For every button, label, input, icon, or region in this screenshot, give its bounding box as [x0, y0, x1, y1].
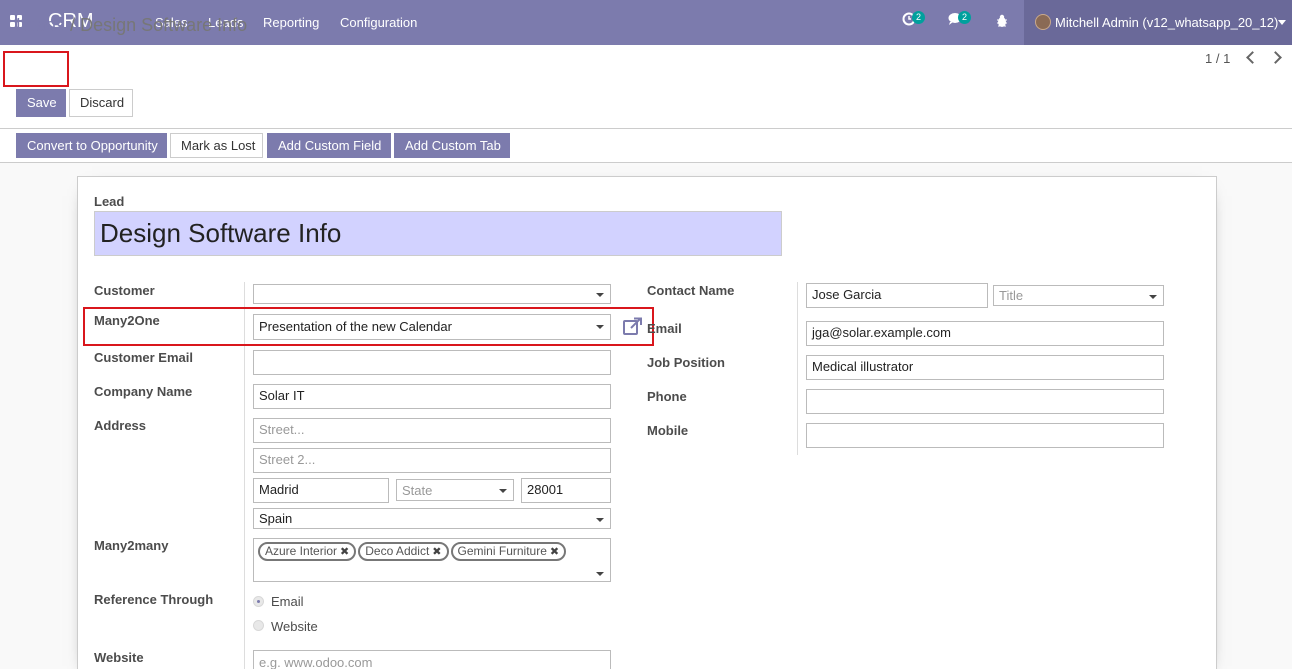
- chevron-down-icon: [1278, 20, 1286, 25]
- chevron-down-icon: [596, 518, 604, 522]
- breadcrumb-leads-link[interactable]: Leads: [16, 15, 65, 35]
- debug-button[interactable]: [996, 14, 1008, 31]
- company-name-input[interactable]: Solar IT: [253, 384, 611, 409]
- many2many-label: Many2many: [94, 538, 169, 553]
- radio-website-label[interactable]: Website: [271, 619, 318, 634]
- job-position-label: Job Position: [647, 355, 725, 370]
- street2-input[interactable]: Street 2...: [253, 448, 611, 473]
- country-select[interactable]: Spain: [253, 508, 611, 529]
- zip-input[interactable]: 28001: [521, 478, 611, 503]
- add-custom-field-button[interactable]: Add Custom Field: [267, 133, 391, 158]
- street-input[interactable]: Street...: [253, 418, 611, 443]
- email-label: Email: [647, 321, 682, 336]
- activity-count-badge: 2: [912, 11, 926, 24]
- messages-button[interactable]: 2: [948, 11, 972, 29]
- contact-name-input[interactable]: Jose Garcia: [806, 283, 988, 308]
- many2many-tags-field[interactable]: Azure Interior ✖ Deco Addict ✖ Gemini Furnit…: [253, 538, 611, 582]
- job-position-input[interactable]: Medical illustrator: [806, 355, 1164, 380]
- lead-name-input[interactable]: Design Software Info: [94, 211, 782, 256]
- breadcrumb: Leads / Design Software Info: [16, 15, 247, 36]
- close-icon[interactable]: ✖: [550, 546, 559, 558]
- highlight-box-breadcrumb: [3, 51, 69, 87]
- customer-select[interactable]: [253, 284, 611, 304]
- avatar: [1035, 14, 1051, 30]
- radio-email-label[interactable]: Email: [271, 594, 304, 609]
- convert-to-opportunity-button[interactable]: Convert to Opportunity: [16, 133, 167, 158]
- customer-label: Customer: [94, 283, 155, 298]
- mobile-label: Mobile: [647, 423, 689, 438]
- highlight-box-many2one: [83, 307, 654, 346]
- add-custom-tab-button[interactable]: Add Custom Tab: [394, 133, 510, 158]
- contact-name-label: Contact Name: [647, 283, 735, 298]
- menu-reporting[interactable]: Reporting: [263, 15, 319, 30]
- close-icon[interactable]: ✖: [432, 546, 441, 558]
- email-input[interactable]: jga@solar.example.com: [806, 321, 1164, 346]
- mobile-input[interactable]: [806, 423, 1164, 448]
- chevron-down-icon: [596, 572, 604, 576]
- company-name-label: Company Name: [94, 384, 193, 399]
- close-icon[interactable]: ✖: [340, 546, 349, 558]
- breadcrumb-current: Design Software Info: [80, 15, 248, 35]
- tag-deco-addict[interactable]: Deco Addict ✖: [358, 542, 449, 561]
- lead-label: Lead: [94, 194, 125, 209]
- breadcrumb-separator: /: [70, 15, 76, 35]
- messages-count-badge: 2: [958, 11, 972, 24]
- city-input[interactable]: Madrid: [253, 478, 389, 503]
- state-select[interactable]: State: [396, 479, 514, 501]
- discard-button[interactable]: Discard: [69, 89, 133, 117]
- phone-label: Phone: [647, 389, 687, 404]
- address-label: Address: [94, 418, 147, 433]
- customer-email-input[interactable]: [253, 350, 611, 375]
- tag-gemini-furniture[interactable]: Gemini Furniture ✖: [450, 542, 567, 561]
- chevron-down-icon: [596, 293, 604, 297]
- website-label: Website: [94, 650, 144, 665]
- title-select[interactable]: Title: [993, 285, 1164, 306]
- right-divider: [797, 282, 798, 455]
- radio-website[interactable]: [253, 620, 264, 631]
- customer-email-label: Customer Email: [94, 350, 193, 365]
- website-input[interactable]: e.g. www.odoo.com: [253, 650, 611, 669]
- mark-as-lost-button[interactable]: Mark as Lost: [170, 133, 263, 158]
- bug-icon: [997, 14, 1007, 27]
- activity-button[interactable]: 2: [902, 11, 926, 29]
- menu-configuration[interactable]: Configuration: [340, 15, 417, 30]
- user-name: Mitchell Admin (v12_whatsapp_20_12): [1055, 15, 1279, 30]
- user-menu[interactable]: Mitchell Admin (v12_whatsapp_20_12): [1024, 0, 1292, 45]
- reference-through-label: Reference Through: [94, 592, 214, 607]
- chevron-down-icon: [499, 489, 507, 493]
- save-button[interactable]: Save: [16, 89, 66, 117]
- radio-email[interactable]: [253, 596, 264, 607]
- chevron-down-icon: [1149, 295, 1157, 299]
- control-panel: [0, 45, 1292, 129]
- phone-input[interactable]: [806, 389, 1164, 414]
- pager-value[interactable]: 1 / 1: [1205, 51, 1230, 66]
- tag-azure-interior[interactable]: Azure Interior ✖: [258, 542, 357, 561]
